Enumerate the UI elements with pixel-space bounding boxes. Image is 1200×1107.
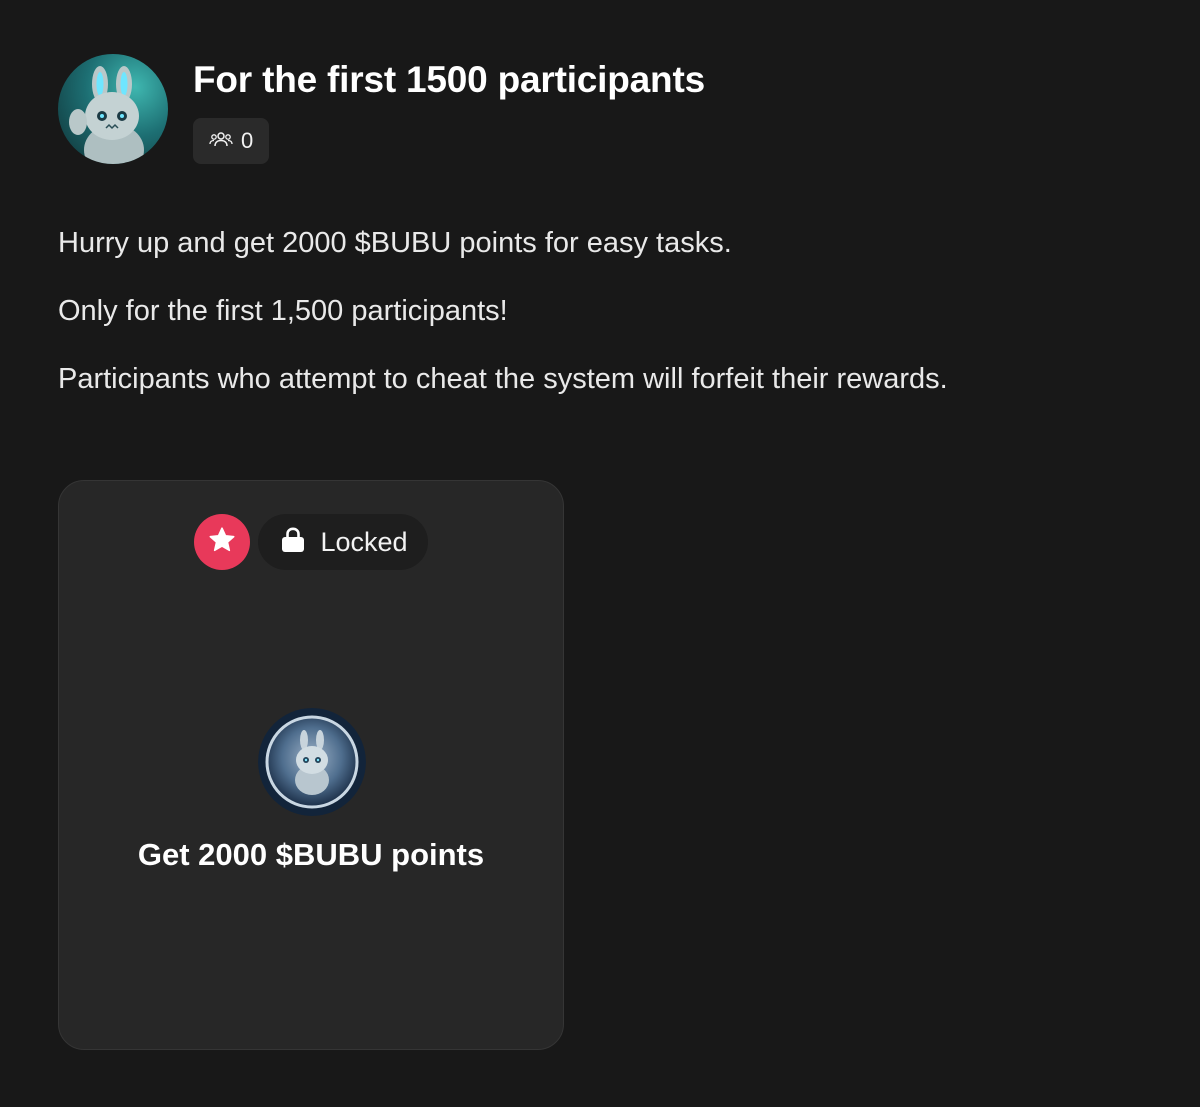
campaign-description: Hurry up and get 2000 $BUBU points for e… [58, 224, 1178, 428]
participants-count-badge: 0 [193, 118, 270, 164]
campaign-title: For the first 1500 participants [193, 59, 705, 100]
description-line: Hurry up and get 2000 $BUBU points for e… [58, 227, 732, 259]
description-line: Participants who attempt to cheat the sy… [58, 363, 948, 395]
reward-card[interactable]: Locked Get 2000 $BUBU points [58, 480, 564, 1050]
lock-icon [280, 526, 306, 559]
bubu-coin-icon [258, 708, 366, 816]
locked-status-badge: Locked [258, 514, 428, 570]
bunny-mascot-icon [69, 66, 144, 164]
participants-count: 0 [241, 128, 254, 153]
star-icon [207, 525, 237, 560]
users-icon [209, 129, 233, 154]
reward-card-badges: Locked [59, 514, 563, 570]
star-badge [194, 514, 251, 570]
campaign-header: For the first 1500 participants 0 [58, 54, 705, 164]
status-label: Locked [320, 526, 408, 557]
campaign-avatar [58, 54, 168, 164]
description-line: Only for the first 1,500 participants! [58, 295, 508, 327]
reward-title: Get 2000 $BUBU points [137, 837, 485, 872]
